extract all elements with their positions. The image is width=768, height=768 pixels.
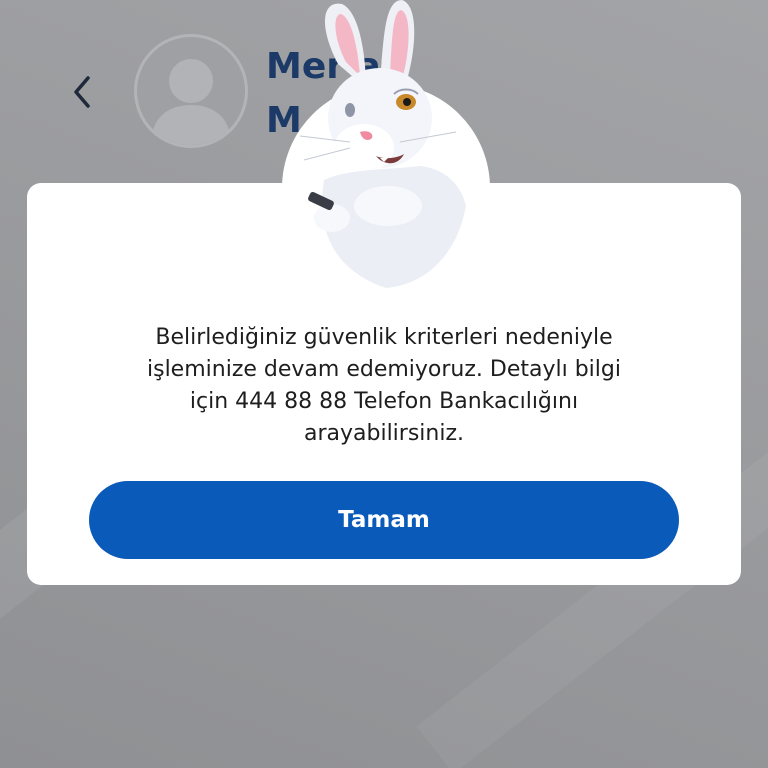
screen: Mer a M et Be: [0, 0, 768, 768]
user-placeholder-icon: [151, 59, 231, 145]
avatar: [134, 34, 248, 148]
ok-button[interactable]: Tamam: [89, 481, 679, 559]
rabbit-mascot: [282, 0, 490, 292]
alert-message: Belirlediğiniz güvenlik kriterleri neden…: [147, 325, 621, 446]
chevron-left-icon: [74, 76, 90, 108]
back-button[interactable]: [62, 70, 102, 114]
